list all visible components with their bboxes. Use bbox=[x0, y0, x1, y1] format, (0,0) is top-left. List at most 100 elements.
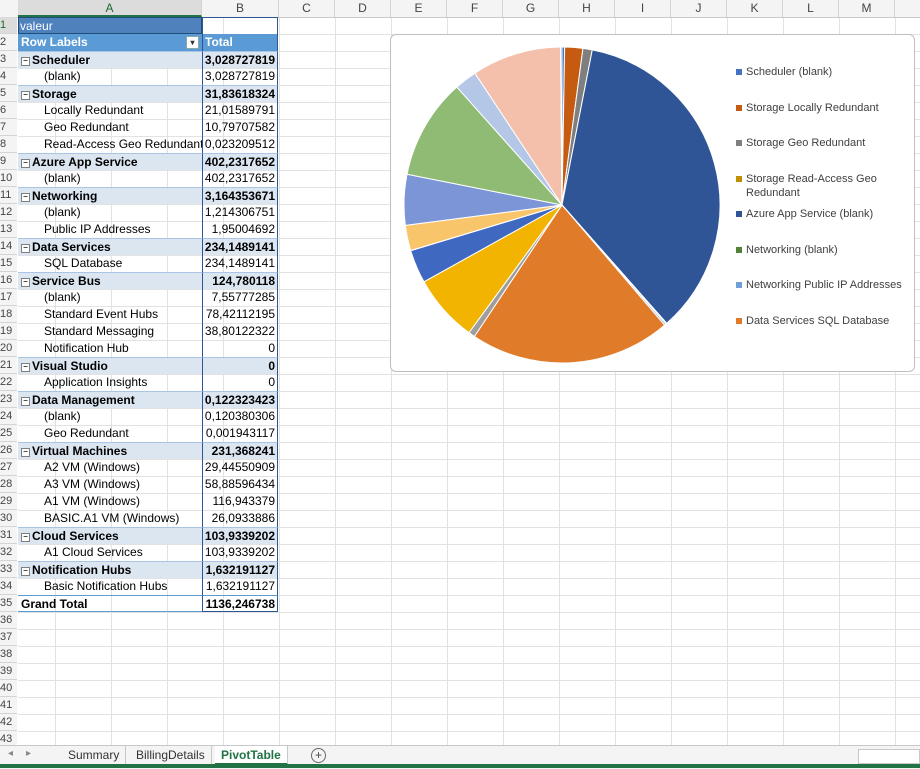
row-header-22[interactable]: 22 bbox=[0, 374, 17, 391]
row-header-13[interactable]: 13 bbox=[0, 221, 17, 238]
row-header-26[interactable]: 26 bbox=[0, 442, 17, 459]
row-header-34[interactable]: 34 bbox=[0, 578, 17, 595]
row-header-43[interactable]: 43 bbox=[0, 731, 17, 745]
pivot-row-value[interactable]: 3,028727819 bbox=[202, 68, 278, 85]
pivot-row-value[interactable]: 58,88596434 bbox=[202, 476, 278, 493]
pivot-row-value[interactable]: 103,9339202 bbox=[202, 544, 278, 561]
pivot-row-label[interactable]: Read-Access Geo Redundant bbox=[18, 136, 202, 153]
row-header-40[interactable]: 40 bbox=[0, 680, 17, 697]
pivot-row-value[interactable]: 0 bbox=[202, 357, 278, 374]
row-header-9[interactable]: 9 bbox=[0, 153, 17, 170]
pivot-row-label[interactable]: (blank) bbox=[18, 289, 202, 306]
pivot-row-label[interactable]: − Service Bus bbox=[18, 272, 202, 289]
column-header-j[interactable]: J bbox=[671, 0, 727, 17]
pivot-row-label[interactable]: − Storage bbox=[18, 85, 202, 102]
pivot-value-cell[interactable]: valeur bbox=[18, 17, 278, 34]
row-header-31[interactable]: 31 bbox=[0, 527, 17, 544]
pivot-row-label[interactable]: Standard Messaging bbox=[18, 323, 202, 340]
collapse-icon[interactable]: − bbox=[21, 244, 30, 253]
column-header-e[interactable]: E bbox=[391, 0, 447, 17]
pivot-row-value[interactable]: 402,2317652 bbox=[202, 170, 278, 187]
column-header-i[interactable]: I bbox=[615, 0, 671, 17]
column-header-d[interactable]: D bbox=[335, 0, 391, 17]
legend-entry[interactable]: Data Services SQL Database bbox=[736, 314, 911, 328]
row-header-16[interactable]: 16 bbox=[0, 272, 17, 289]
row-header-15[interactable]: 15 bbox=[0, 255, 17, 272]
horizontal-scrollbar[interactable] bbox=[858, 749, 920, 764]
pivot-row-value[interactable]: 3,028727819 bbox=[202, 51, 278, 68]
pivot-row-value[interactable]: 0,001943117 bbox=[202, 425, 278, 442]
row-header-41[interactable]: 41 bbox=[0, 697, 17, 714]
pivot-row-label[interactable]: Standard Event Hubs bbox=[18, 306, 202, 323]
row-header-1[interactable]: 1 bbox=[0, 17, 17, 34]
total-header[interactable]: Total bbox=[202, 34, 278, 51]
pivot-row-value[interactable]: 78,42112195 bbox=[202, 306, 278, 323]
pivot-row-label[interactable]: A2 VM (Windows) bbox=[18, 459, 202, 476]
row-labels-header[interactable]: Row Labels ▾ bbox=[18, 34, 202, 51]
row-header-25[interactable]: 25 bbox=[0, 425, 17, 442]
collapse-icon[interactable]: − bbox=[21, 397, 30, 406]
pivot-row-label[interactable]: − Networking bbox=[18, 187, 202, 204]
legend-entry[interactable]: Networking (blank) bbox=[736, 243, 911, 257]
prev-sheet-icon[interactable]: ◂ bbox=[8, 748, 13, 759]
row-header-37[interactable]: 37 bbox=[0, 629, 17, 646]
pivot-row-label[interactable]: Geo Redundant bbox=[18, 119, 202, 136]
grand-total-value[interactable]: 1136,246738 bbox=[202, 595, 278, 612]
row-header-20[interactable]: 20 bbox=[0, 340, 17, 357]
pivot-row-value[interactable]: 26,0933886 bbox=[202, 510, 278, 527]
row-header-14[interactable]: 14 bbox=[0, 238, 17, 255]
row-header-36[interactable]: 36 bbox=[0, 612, 17, 629]
row-header-18[interactable]: 18 bbox=[0, 306, 17, 323]
add-sheet-icon[interactable]: + bbox=[311, 748, 326, 763]
pivot-row-value[interactable]: 0,120380306 bbox=[202, 408, 278, 425]
next-sheet-icon[interactable]: ▸ bbox=[26, 748, 31, 759]
column-header-f[interactable]: F bbox=[447, 0, 503, 17]
row-header-35[interactable]: 35 bbox=[0, 595, 17, 612]
tab-pivottable[interactable]: PivotTable bbox=[215, 746, 288, 766]
pivot-row-label[interactable]: Notification Hub bbox=[18, 340, 202, 357]
legend-entry[interactable]: Storage Geo Redundant bbox=[736, 136, 911, 150]
column-header-k[interactable]: K bbox=[727, 0, 783, 17]
pie-chart[interactable]: Scheduler (blank) Storage Locally Redunda… bbox=[390, 34, 915, 372]
row-header-23[interactable]: 23 bbox=[0, 391, 17, 408]
pivot-row-label[interactable]: (blank) bbox=[18, 68, 202, 85]
pivot-row-label[interactable]: − Virtual Machines bbox=[18, 442, 202, 459]
legend-entry[interactable]: Storage Read-Access Geo Redundant bbox=[736, 172, 911, 200]
pivot-row-value[interactable]: 10,79707582 bbox=[202, 119, 278, 136]
pivot-row-label[interactable]: A1 Cloud Services bbox=[18, 544, 202, 561]
legend-entry[interactable]: Networking Public IP Addresses bbox=[736, 278, 911, 292]
pivot-row-value[interactable]: 7,55777285 bbox=[202, 289, 278, 306]
row-header-28[interactable]: 28 bbox=[0, 476, 17, 493]
column-header-m[interactable]: M bbox=[839, 0, 895, 17]
row-header-8[interactable]: 8 bbox=[0, 136, 17, 153]
pivot-row-label[interactable]: (blank) bbox=[18, 170, 202, 187]
pivot-row-value[interactable]: 1,214306751 bbox=[202, 204, 278, 221]
row-header-30[interactable]: 30 bbox=[0, 510, 17, 527]
row-header-2[interactable]: 2 bbox=[0, 34, 17, 51]
pivot-row-label[interactable]: − Scheduler bbox=[18, 51, 202, 68]
row-header-11[interactable]: 11 bbox=[0, 187, 17, 204]
pivot-row-label[interactable]: (blank) bbox=[18, 408, 202, 425]
pivot-row-value[interactable]: 21,01589791 bbox=[202, 102, 278, 119]
collapse-icon[interactable]: − bbox=[21, 278, 30, 287]
collapse-icon[interactable]: − bbox=[21, 57, 30, 66]
pivot-row-value[interactable]: 234,1489141 bbox=[202, 255, 278, 272]
row-header-6[interactable]: 6 bbox=[0, 102, 17, 119]
row-header-12[interactable]: 12 bbox=[0, 204, 17, 221]
pivot-row-value[interactable]: 3,164353671 bbox=[202, 187, 278, 204]
row-header-29[interactable]: 29 bbox=[0, 493, 17, 510]
pivot-row-value[interactable]: 1,632191127 bbox=[202, 561, 278, 578]
pivot-row-label[interactable]: Basic Notification Hubs bbox=[18, 578, 202, 595]
row-header-3[interactable]: 3 bbox=[0, 51, 17, 68]
legend-entry[interactable]: Storage Locally Redundant bbox=[736, 101, 911, 115]
pivot-row-label[interactable]: − Visual Studio bbox=[18, 357, 202, 374]
pivot-row-label[interactable]: − Azure App Service bbox=[18, 153, 202, 170]
legend-entry[interactable]: Scheduler (blank) bbox=[736, 65, 911, 79]
collapse-icon[interactable]: − bbox=[21, 91, 30, 100]
pivot-row-label[interactable]: Geo Redundant bbox=[18, 425, 202, 442]
column-header-h[interactable]: H bbox=[559, 0, 615, 17]
filter-dropdown-icon[interactable]: ▾ bbox=[186, 36, 199, 49]
collapse-icon[interactable]: − bbox=[21, 159, 30, 168]
legend-entry[interactable]: Azure App Service (blank) bbox=[736, 207, 911, 221]
pivot-row-value[interactable]: 31,83618324 bbox=[202, 85, 278, 102]
